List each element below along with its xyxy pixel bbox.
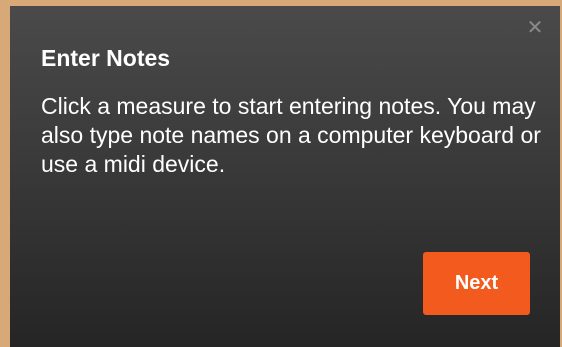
- onboarding-popover: ✕ Enter Notes Click a measure to start e…: [10, 6, 560, 347]
- close-icon[interactable]: ✕: [526, 17, 544, 37]
- popover-title: Enter Notes: [41, 45, 171, 71]
- next-button[interactable]: Next: [423, 252, 530, 315]
- popover-body-text: Click a measure to start entering notes.…: [41, 93, 541, 177]
